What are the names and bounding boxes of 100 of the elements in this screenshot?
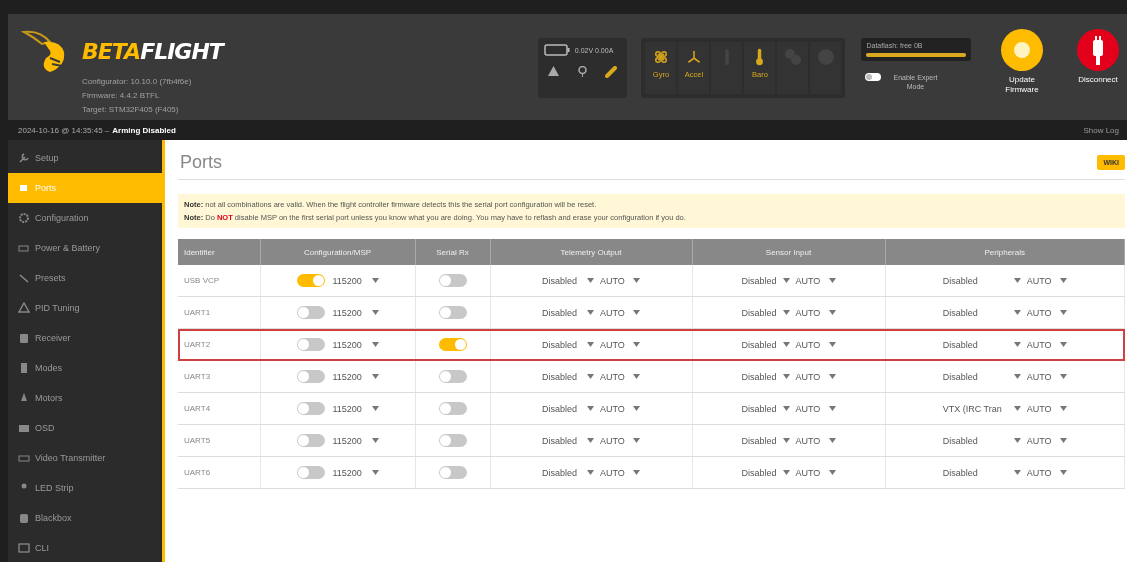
dropdown[interactable]: AUTO [600,435,640,446]
sidebar-item[interactable]: Motors [8,383,162,413]
sidebar-item[interactable]: Power & Battery [8,233,162,263]
caret-icon [587,310,594,315]
dropdown[interactable]: AUTO [795,371,836,382]
sidebar-item[interactable]: Modes [8,353,162,383]
dropdown[interactable]: AUTO [600,371,640,382]
disconnect-button[interactable]: Disconnect [1069,28,1127,95]
dropdown[interactable]: Disabled [542,339,594,350]
serial-rx-toggle[interactable] [438,370,467,383]
serial-rx-toggle[interactable] [438,434,467,447]
dropdown[interactable]: Disabled [542,371,594,382]
dropdown[interactable]: 115200 [332,275,379,286]
serial-rx-toggle[interactable] [438,338,467,351]
dropdown[interactable]: AUTO [795,339,836,350]
triangle-icon [18,302,30,314]
dropdown[interactable]: AUTO [795,467,836,478]
caret-icon [633,278,640,283]
balloon-icon [577,66,587,77]
show-log-link[interactable]: Show Log [1083,125,1119,135]
dropdown[interactable]: AUTO [600,403,640,414]
dropdown[interactable]: 115200 [332,371,379,382]
serial-rx-toggle[interactable] [438,466,467,479]
update-button[interactable]: Update Firmware [993,28,1051,95]
dropdown[interactable]: Disabled [942,467,1021,478]
caret-icon [828,342,836,347]
dropdown[interactable]: Disabled [741,275,790,286]
caret-icon [371,278,379,283]
msp-toggle[interactable] [296,434,325,447]
serial-rx-toggle[interactable] [438,306,467,319]
msp-toggle[interactable] [296,370,325,383]
sidebar-item[interactable]: Video Transmitter [8,443,162,473]
column-header: Peripherals [885,239,1125,265]
msp-toggle[interactable] [296,402,325,415]
dropdown[interactable]: AUTO [1026,275,1067,286]
expert-mode-toggle[interactable] [865,73,882,81]
dropdown[interactable]: AUTO [600,307,640,318]
caret-icon [1013,438,1021,443]
sidebar-item[interactable]: Presets [8,263,162,293]
caret-icon [371,406,379,411]
dropdown[interactable]: AUTO [1026,435,1067,446]
dropdown[interactable]: 115200 [332,435,379,446]
dropdown[interactable]: AUTO [600,339,640,350]
dropdown[interactable]: AUTO [795,275,836,286]
dropdown[interactable]: 115200 [332,467,379,478]
sidebar-item[interactable]: PID Tuning [8,293,162,323]
dropdown[interactable]: AUTO [1026,371,1067,382]
dropdown[interactable]: AUTO [795,307,836,318]
sidebar-item[interactable]: Blackbox [8,503,162,533]
dropdown[interactable]: 115200 [332,339,379,350]
dropdown[interactable]: Disabled [942,339,1021,350]
msp-toggle[interactable] [296,274,325,287]
dropdown[interactable]: Disabled [542,467,594,478]
dropdown[interactable]: 115200 [332,403,379,414]
dropdown[interactable]: Disabled [942,275,1021,286]
dropdown[interactable]: AUTO [1026,339,1067,350]
msp-toggle[interactable] [296,466,325,479]
caret-icon [633,438,640,443]
dropdown[interactable]: 115200 [332,307,379,318]
dropdown[interactable]: Disabled [942,307,1021,318]
dropdown[interactable]: AUTO [600,275,640,286]
serial-rx-toggle[interactable] [438,274,467,287]
dropdown[interactable]: AUTO [1026,467,1067,478]
dropdown[interactable]: Disabled [741,339,790,350]
serial-rx-toggle[interactable] [438,402,467,415]
caret-icon [1013,278,1021,283]
dropdown[interactable]: Disabled [741,371,790,382]
dropdown[interactable]: Disabled [741,307,790,318]
sidebar-item[interactable]: Receiver [8,323,162,353]
caret-icon [782,278,790,283]
dropdown[interactable]: Disabled [741,403,790,414]
sidebar-item[interactable]: OSD [8,413,162,443]
dropdown[interactable]: Disabled [942,371,1021,382]
sidebar-item[interactable]: LED Strip [8,473,162,503]
sidebar-item[interactable]: CLI [8,533,162,562]
caret-icon [828,438,836,443]
dropdown[interactable]: Disabled [741,467,790,478]
dropdown[interactable]: AUTO [1026,307,1067,318]
dropdown[interactable]: Disabled [542,307,594,318]
sidebar-item[interactable]: Setup [8,143,162,173]
sidebar-item[interactable]: Configuration [8,203,162,233]
caret-icon [371,374,379,379]
wrench-icon [18,152,30,164]
msp-toggle[interactable] [296,306,325,319]
dropdown[interactable]: AUTO [1026,403,1067,414]
dropdown[interactable]: Disabled [741,435,790,446]
dropdown[interactable]: Disabled [542,275,594,286]
dropdown[interactable]: AUTO [795,435,836,446]
msp-toggle[interactable] [296,338,325,351]
caret-icon [1013,406,1021,411]
caret-icon [633,374,640,379]
dropdown[interactable]: VTX (IRC Tran [942,403,1021,414]
dropdown[interactable]: Disabled [542,403,594,414]
dropdown[interactable]: Disabled [942,435,1021,446]
table-cell: UART3 [178,360,260,393]
dropdown[interactable]: AUTO [795,403,836,414]
dropdown[interactable]: Disabled [542,435,594,446]
dropdown[interactable]: AUTO [600,467,640,478]
arming-status: Arming Disabled [112,125,176,135]
caret-icon [587,470,594,475]
